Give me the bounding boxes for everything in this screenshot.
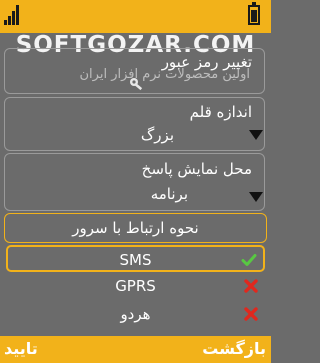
option-gprs[interactable]: GPRS xyxy=(6,273,265,300)
font-size-value: بزرگ xyxy=(140,126,174,144)
font-size-setting[interactable]: اندازه قلم بزرگ xyxy=(4,97,265,151)
answer-display-label: محل نمایش پاسخ xyxy=(141,160,252,178)
option-both[interactable]: هردو xyxy=(6,301,265,328)
confirm-softkey[interactable]: تایید xyxy=(4,339,38,358)
back-softkey[interactable]: بازگشت xyxy=(202,339,266,358)
key-icon xyxy=(130,78,143,91)
password-subtext: اولین محصولات نرم افزار ایران xyxy=(79,67,251,82)
option-label: SMS xyxy=(119,251,152,269)
font-size-label: اندازه قلم xyxy=(189,103,252,121)
option-label: GPRS xyxy=(115,277,156,295)
softkey-bar: تایید بازگشت xyxy=(0,336,271,363)
chevron-down-icon[interactable] xyxy=(249,130,263,140)
chevron-down-icon[interactable] xyxy=(249,192,263,202)
option-sms[interactable]: SMS xyxy=(6,245,265,272)
password-setting[interactable]: تغییر رمز عبور اولین محصولات نرم افزار ا… xyxy=(4,48,265,94)
cross-icon xyxy=(244,307,258,321)
option-label: هردو xyxy=(120,305,151,323)
check-icon xyxy=(241,254,257,266)
answer-display-setting[interactable]: محل نمایش پاسخ برنامه xyxy=(4,153,265,211)
signal-icon xyxy=(4,5,20,25)
server-connection-header: نحوه ارتباط با سرور xyxy=(4,213,267,243)
answer-display-value: برنامه xyxy=(150,185,188,203)
battery-icon xyxy=(248,2,260,25)
cross-icon xyxy=(244,279,258,293)
status-bar xyxy=(0,0,271,33)
